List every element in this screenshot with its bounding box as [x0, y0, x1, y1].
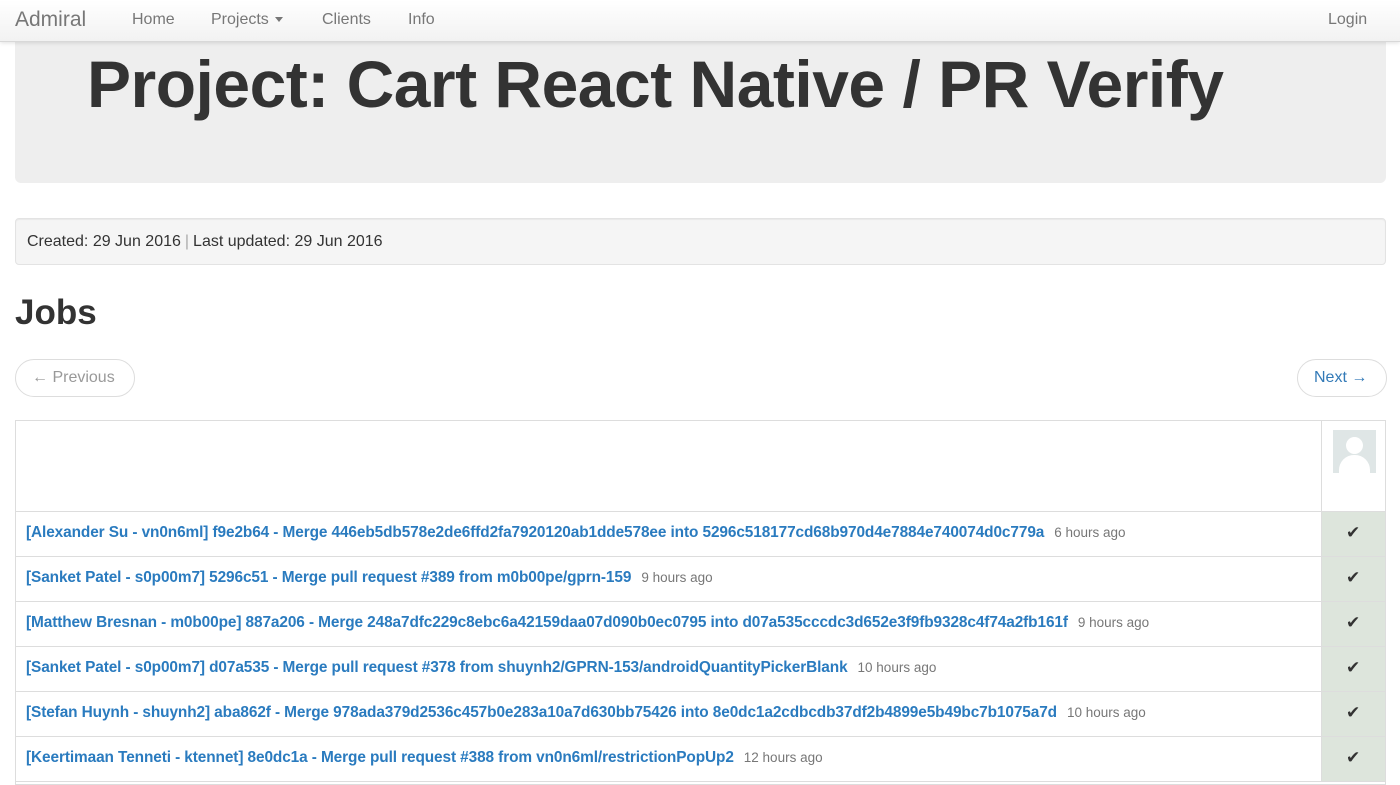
- status-cell: ✔: [1321, 647, 1385, 691]
- job-cell: [Sanket Patel - s0p00m7] 5296c51 - Merge…: [16, 557, 1321, 601]
- table-row: [Sanket Patel - s0p00m7] 5296c51 - Merge…: [16, 557, 1385, 602]
- job-cell: [Stefan Huynh - shuynh2] aba862f - Merge…: [16, 692, 1321, 736]
- job-time: 12 hours ago: [743, 750, 823, 765]
- login-link[interactable]: Login: [1328, 11, 1367, 29]
- top-navbar: Admiral Home Projects Clients Info Login: [0, 0, 1400, 42]
- job-cell: [Keertimaan Tenneti - ktennet] 8e0dc1a -…: [16, 737, 1321, 781]
- job-cell: [Matthew Bresnan - m0b00pe] 887a206 - Me…: [16, 602, 1321, 646]
- job-time: 10 hours ago: [857, 660, 937, 675]
- table-header-user: [1321, 421, 1385, 512]
- next-page-button[interactable]: Next →: [1297, 359, 1387, 397]
- table-row: [Keertimaan Tenneti - ktennet] 8e0dc1a -…: [16, 737, 1385, 782]
- table-header-row: [16, 421, 1385, 512]
- nav-clients-link[interactable]: Clients: [322, 11, 371, 29]
- user-avatar-icon: [1333, 430, 1376, 473]
- job-cell: [Alexander Su - vn0n6ml] f9e2b64 - Merge…: [16, 512, 1321, 556]
- check-icon: ✔: [1346, 523, 1361, 542]
- caret-down-icon: [274, 17, 283, 23]
- avatar-head: [1346, 437, 1363, 454]
- status-cell: ✔: [1321, 692, 1385, 736]
- job-cell: [Sanket Patel - s0p00m7] d07a535 - Merge…: [16, 647, 1321, 691]
- jobs-heading: Jobs: [15, 293, 97, 332]
- job-link[interactable]: [Stefan Huynh - shuynh2] aba862f - Merge…: [26, 704, 1057, 721]
- job-link[interactable]: [Keertimaan Tenneti - ktennet] 8e0dc1a -…: [26, 749, 734, 766]
- previous-page-button[interactable]: ← Previous: [15, 359, 135, 397]
- status-cell: ✔: [1321, 557, 1385, 601]
- job-link[interactable]: [Sanket Patel - s0p00m7] 5296c51 - Merge…: [26, 569, 631, 586]
- updated-date: Last updated: 29 Jun 2016: [193, 233, 383, 250]
- nav-projects-dropdown[interactable]: Projects: [211, 11, 283, 29]
- table-row: [Sanket Patel - s0p00m7] d07a535 - Merge…: [16, 647, 1385, 692]
- job-link[interactable]: [Matthew Bresnan - m0b00pe] 887a206 - Me…: [26, 614, 1068, 631]
- project-meta: Created: 29 Jun 2016 | Last updated: 29 Ju…: [15, 218, 1386, 265]
- brand-link[interactable]: Admiral: [15, 8, 86, 32]
- table-header-main: [16, 421, 1321, 512]
- job-link[interactable]: [Sanket Patel - s0p00m7] d07a535 - Merge…: [26, 659, 848, 676]
- project-header: Project: Cart React Native / PR Verify: [15, 30, 1386, 183]
- status-cell: ✔: [1321, 737, 1385, 781]
- job-time: 10 hours ago: [1066, 705, 1146, 720]
- job-time: 9 hours ago: [1077, 615, 1150, 630]
- table-row: [Stefan Huynh - shuynh2] aba862f - Merge…: [16, 692, 1385, 737]
- job-link[interactable]: [Alexander Su - vn0n6ml] f9e2b64 - Merge…: [26, 524, 1044, 541]
- job-time: 6 hours ago: [1054, 525, 1126, 540]
- check-icon: ✔: [1346, 568, 1361, 587]
- check-icon: ✔: [1346, 613, 1361, 632]
- job-time: 9 hours ago: [641, 570, 713, 585]
- avatar-body: [1339, 455, 1370, 473]
- check-icon: ✔: [1346, 703, 1361, 722]
- status-cell: ✔: [1321, 512, 1385, 556]
- nav-home-link[interactable]: Home: [132, 11, 175, 29]
- created-date: Created: 29 Jun 2016: [27, 233, 181, 250]
- meta-separator: |: [184, 233, 190, 250]
- status-cell: ✔: [1321, 602, 1385, 646]
- page-title: Project: Cart React Native / PR Verify: [87, 47, 1224, 121]
- nav-projects-label: Projects: [211, 11, 269, 28]
- jobs-table: [Alexander Su - vn0n6ml] f9e2b64 - Merge…: [15, 420, 1386, 785]
- check-icon: ✔: [1346, 748, 1361, 767]
- table-row: [Matthew Bresnan - m0b00pe] 887a206 - Me…: [16, 602, 1385, 647]
- check-icon: ✔: [1346, 658, 1361, 677]
- nav-info-link[interactable]: Info: [408, 11, 435, 29]
- table-row: [Alexander Su - vn0n6ml] f9e2b64 - Merge…: [16, 512, 1385, 557]
